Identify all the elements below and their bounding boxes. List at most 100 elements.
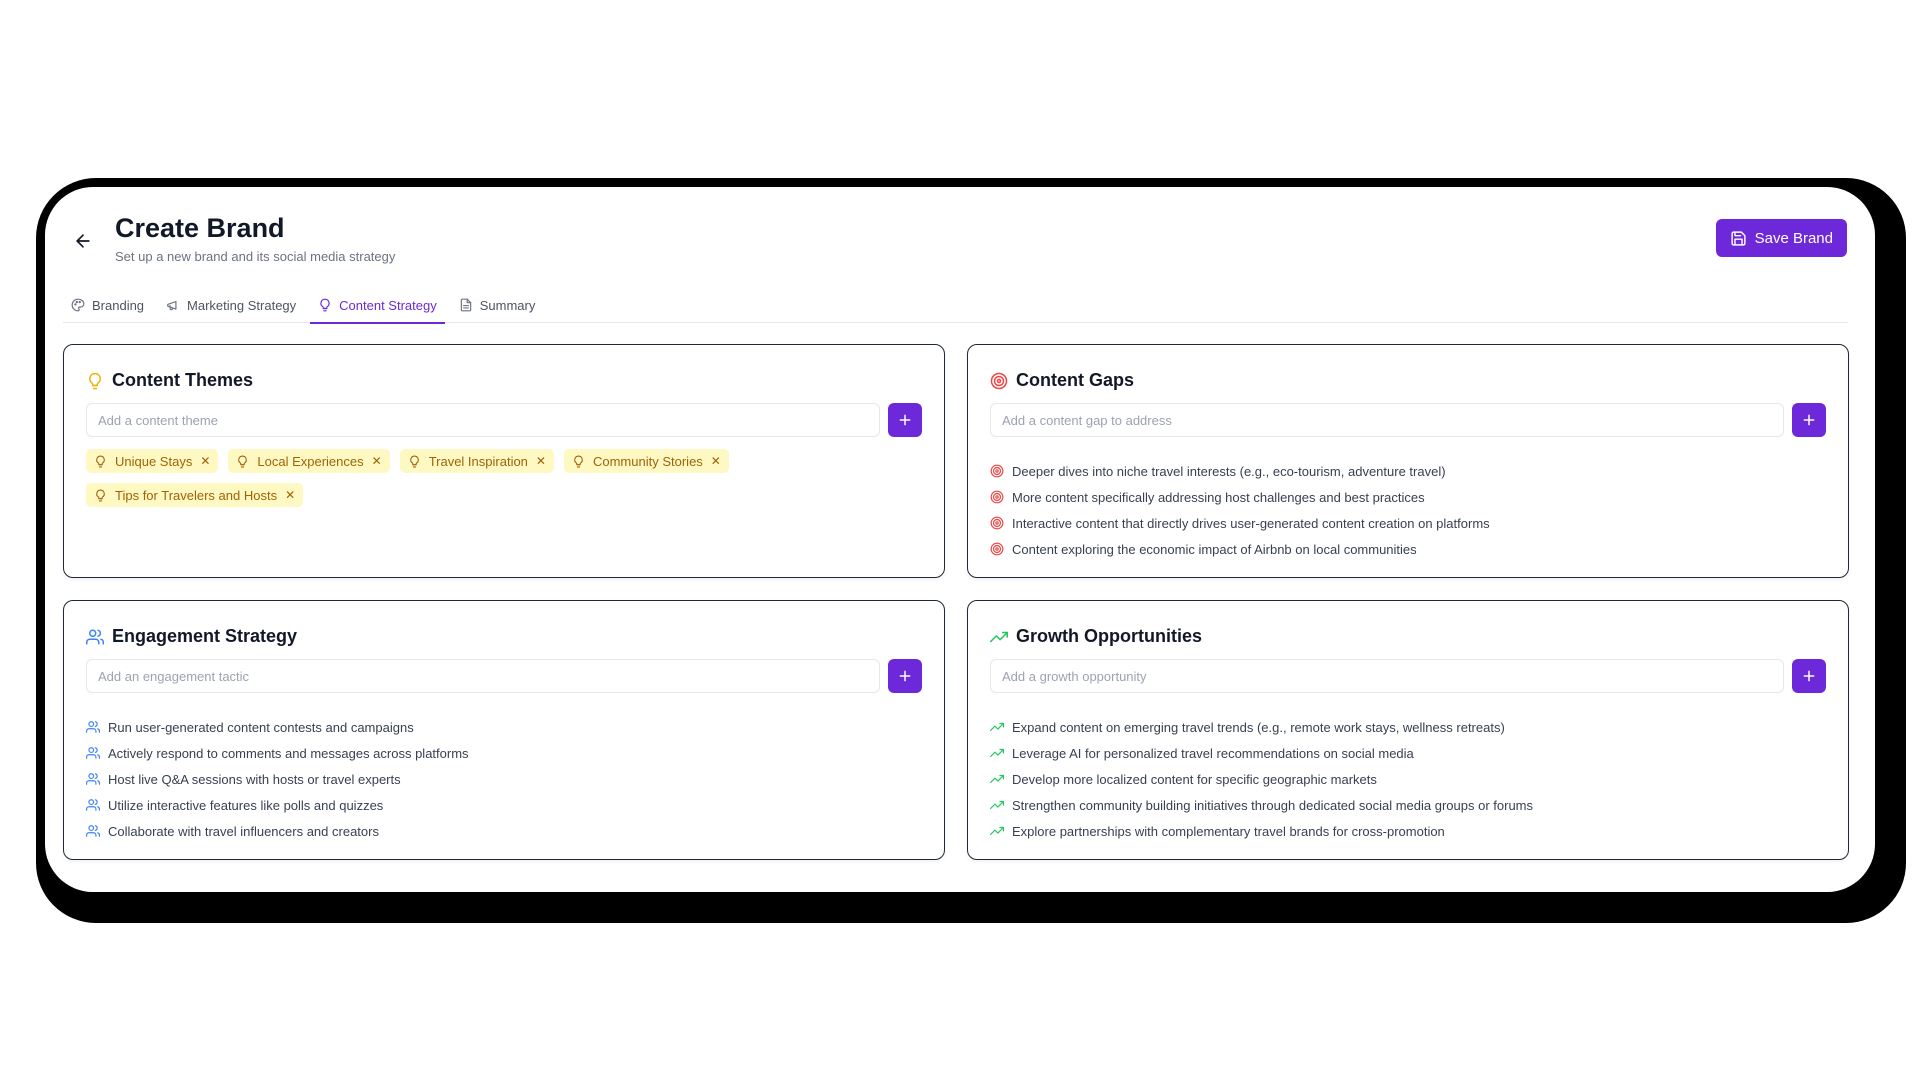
document-icon: [460, 298, 471, 312]
list-item: Run user-generated content contests and …: [86, 714, 922, 740]
lightbulb-icon: [574, 455, 583, 467]
list-item-text: Actively respond to comments and message…: [108, 745, 469, 761]
palette-icon: [71, 298, 85, 312]
content-themes-heading: Content Themes: [112, 370, 254, 390]
theme-tag: Travel Inspiration ✕: [399, 449, 554, 473]
users-icon: [86, 721, 100, 733]
theme-tag-label: Tips for Travelers and Hosts: [115, 487, 278, 503]
list-item-text: Content exploring the economic impact of…: [1012, 541, 1417, 557]
theme-tag-label: Community Stories: [592, 453, 703, 469]
tab-marketing-strategy[interactable]: Marketing Strategy: [158, 287, 304, 323]
list-item-text: Leverage AI for personalized travel reco…: [1012, 745, 1414, 761]
list-item-text: Interactive content that directly drives…: [1012, 515, 1490, 531]
users-icon: [86, 825, 100, 837]
plus-icon: [1803, 670, 1815, 682]
growth-opportunity-input[interactable]: [990, 659, 1784, 693]
list-item: Develop more localized content for speci…: [990, 766, 1826, 792]
add-content-gap-button[interactable]: [1792, 403, 1826, 437]
list-item: Leverage AI for personalized travel reco…: [990, 740, 1826, 766]
save-brand-button[interactable]: Save Brand: [1715, 219, 1847, 257]
app-window: Create Brand Set up a new brand and its …: [45, 187, 1875, 892]
add-content-theme-button[interactable]: [888, 403, 922, 437]
list-item: Deeper dives into niche travel interests…: [990, 458, 1826, 484]
remove-tag-button[interactable]: ✕: [372, 454, 382, 468]
target-icon: [990, 542, 1004, 556]
add-growth-opportunity-button[interactable]: [1792, 659, 1826, 693]
target-icon: [990, 516, 1004, 530]
list-item: Actively respond to comments and message…: [86, 740, 922, 766]
tab-branding[interactable]: Branding: [63, 287, 152, 323]
remove-tag-button[interactable]: ✕: [285, 488, 295, 502]
users-icon: [86, 629, 104, 644]
content-theme-tags: Unique Stays ✕ Local Experiences ✕ Trave…: [86, 449, 922, 507]
lightbulb-icon: [96, 455, 105, 467]
trending-up-icon: [990, 748, 1004, 758]
content-gap-input[interactable]: [990, 403, 1784, 437]
list-item: More content specifically addressing hos…: [990, 484, 1826, 510]
users-icon: [86, 799, 100, 811]
theme-tag: Local Experiences ✕: [228, 449, 390, 473]
content-gaps-card: Content Gaps Deeper dives into niche tra…: [967, 344, 1849, 578]
engagement-input-row: [86, 659, 922, 693]
theme-tag: Unique Stays ✕: [86, 449, 219, 473]
page-subtitle: Set up a new brand and its social media …: [115, 249, 396, 264]
content-themes-card: Content Themes Unique Stays ✕ Local Expe…: [63, 344, 945, 578]
tab-label: Branding: [92, 297, 145, 313]
back-button[interactable]: [69, 227, 97, 255]
tab-label: Marketing Strategy: [187, 297, 297, 313]
content-gap-input-row: [990, 403, 1826, 437]
content-themes-title: Content Themes: [86, 370, 253, 391]
list-item-text: Explore partnerships with complementary …: [1012, 823, 1445, 839]
page-title: Create Brand: [115, 213, 285, 243]
lightbulb-icon: [320, 298, 330, 312]
list-item-text: Collaborate with travel influencers and …: [108, 823, 379, 839]
list-item: Expand content on emerging travel trends…: [990, 714, 1826, 740]
theme-tag-label: Unique Stays: [115, 453, 193, 469]
lightbulb-icon: [96, 489, 105, 501]
megaphone-icon: [167, 300, 177, 311]
theme-tag: Community Stories ✕: [563, 449, 729, 473]
content-gap-list: Deeper dives into niche travel interests…: [990, 458, 1826, 562]
page-header: Create Brand Set up a new brand and its …: [45, 187, 1875, 277]
target-icon: [990, 372, 1008, 389]
list-item: Explore partnerships with complementary …: [990, 818, 1826, 844]
lightbulb-icon: [238, 455, 248, 467]
remove-tag-button[interactable]: ✕: [536, 454, 546, 468]
list-item-text: Utilize interactive features like polls …: [108, 797, 384, 813]
engagement-strategy-card: Engagement Strategy Run user-generated c…: [63, 600, 945, 860]
plus-icon: [899, 414, 911, 426]
growth-list: Expand content on emerging travel trends…: [990, 714, 1826, 844]
engagement-list: Run user-generated content contests and …: [86, 714, 922, 844]
content-theme-input[interactable]: [86, 403, 880, 437]
plus-icon: [1803, 414, 1815, 426]
target-icon: [990, 490, 1004, 504]
list-item: Content exploring the economic impact of…: [990, 536, 1826, 562]
engagement-tactic-input[interactable]: [86, 659, 880, 693]
tab-content-strategy[interactable]: Content Strategy: [310, 287, 445, 324]
list-item: Collaborate with travel influencers and …: [86, 818, 922, 844]
trending-up-icon: [990, 800, 1004, 810]
lightbulb-icon: [409, 455, 419, 467]
arrow-left-icon: [76, 234, 90, 248]
list-item: Interactive content that directly drives…: [990, 510, 1826, 536]
trending-up-icon: [990, 631, 1008, 642]
list-item: Host live Q&A sessions with hosts or tra…: [86, 766, 922, 792]
tab-summary[interactable]: Summary: [451, 287, 544, 323]
growth-input-row: [990, 659, 1826, 693]
growth-opportunities-title: Growth Opportunities: [990, 626, 1202, 647]
engagement-strategy-heading: Engagement Strategy: [112, 626, 298, 646]
trending-up-icon: [990, 826, 1004, 836]
list-item-text: More content specifically addressing hos…: [1012, 489, 1425, 505]
list-item: Strengthen community building initiative…: [990, 792, 1826, 818]
lightbulb-icon: [89, 372, 101, 389]
remove-tag-button[interactable]: ✕: [711, 454, 721, 468]
add-engagement-tactic-button[interactable]: [888, 659, 922, 693]
users-icon: [86, 773, 100, 785]
list-item: Utilize interactive features like polls …: [86, 792, 922, 818]
list-item-text: Host live Q&A sessions with hosts or tra…: [108, 771, 401, 787]
list-item-text: Run user-generated content contests and …: [108, 719, 414, 735]
save-icon: [1731, 230, 1746, 246]
theme-tag-label: Local Experiences: [257, 453, 364, 469]
save-brand-label: Save Brand: [1754, 229, 1833, 247]
remove-tag-button[interactable]: ✕: [200, 454, 210, 468]
